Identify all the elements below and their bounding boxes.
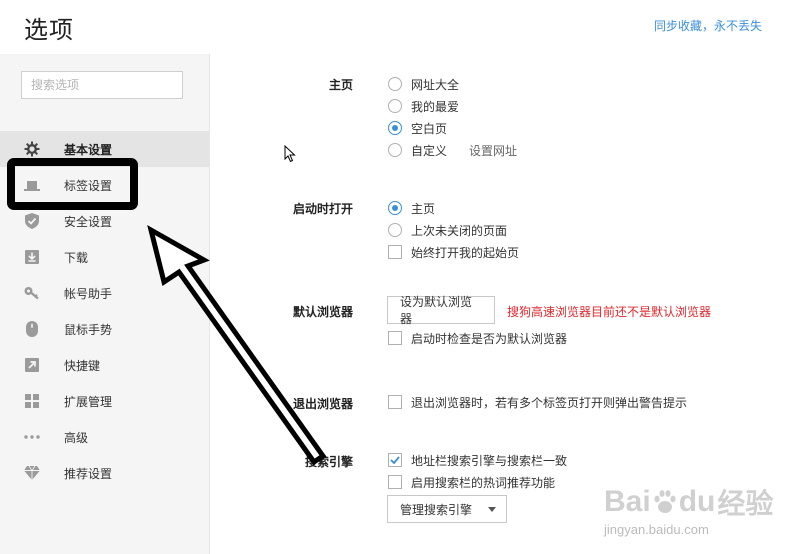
search-hot-words[interactable]: 启用搜索栏的热词推荐功能 <box>388 473 555 491</box>
page-title: 选项 <box>24 16 74 44</box>
watermark-brand-suffix: du <box>678 485 716 518</box>
header: 选项 同步收藏，永不丢失 <box>0 0 790 54</box>
exit-multi-tab-warning[interactable]: 退出浏览器时，若有多个标签页打开则弹出警告提示 <box>388 393 687 411</box>
shield-icon <box>24 213 40 229</box>
sidebar-item-label: 扩展管理 <box>64 395 113 409</box>
sidebar-item-tab-settings[interactable]: 标签设置 <box>0 167 209 203</box>
checkbox[interactable] <box>388 331 402 345</box>
startup-option-last-session[interactable]: 上次未关闭的页面 <box>388 221 507 239</box>
sidebar-item-label: 下载 <box>64 251 89 265</box>
checkmark-icon <box>390 456 400 464</box>
more-dots-icon <box>24 430 40 444</box>
startup-section-label: 启动时打开 <box>292 202 353 216</box>
homepage-option-url-directory[interactable]: 网址大全 <box>388 75 459 93</box>
sidebar-item-advanced[interactable]: 高级 <box>0 419 209 455</box>
address-bar-search-sync[interactable]: 地址栏搜索引擎与搜索栏一致 <box>388 451 567 469</box>
radio-button[interactable] <box>388 143 402 157</box>
tab-icon <box>24 178 40 192</box>
exit-browser-section-label: 退出浏览器 <box>292 397 353 411</box>
homepage-section-label: 主页 <box>328 78 353 92</box>
sidebar-item-label: 标签设置 <box>64 179 113 193</box>
default-browser-section-label: 默认浏览器 <box>292 305 353 319</box>
set-url-link[interactable]: 设置网址 <box>469 142 517 159</box>
checkbox[interactable] <box>388 245 402 259</box>
sidebar-item-basic-settings[interactable]: 基本设置 <box>0 131 209 167</box>
sidebar-item-extensions[interactable]: 扩展管理 <box>0 383 209 419</box>
manage-search-engines-label: 管理搜索引擎 <box>400 502 473 517</box>
sync-favorites-link[interactable]: 同步收藏，永不丢失 <box>654 17 762 34</box>
chevron-down-icon <box>488 507 496 512</box>
baidu-jingyan-watermark: Bai du 经验 jingyan.baidu.com <box>604 482 776 546</box>
sidebar-item-label: 快捷键 <box>64 359 101 373</box>
sidebar-item-mouse-gestures[interactable]: 鼠标手势 <box>0 311 209 347</box>
radio-button-selected[interactable] <box>388 121 402 135</box>
checkbox-checked[interactable] <box>388 453 402 467</box>
sidebar-item-account-assistant[interactable]: 帐号助手 <box>0 275 209 311</box>
mouse-cursor-icon <box>284 145 296 163</box>
watermark-brand: Bai <box>604 485 651 518</box>
check-default-on-startup[interactable]: 启动时检查是否为默认浏览器 <box>388 329 567 347</box>
sidebar-item-label: 帐号助手 <box>64 287 113 301</box>
sidebar-item-label: 高级 <box>64 431 89 445</box>
homepage-option-custom[interactable]: 自定义 设置网址 <box>388 141 517 159</box>
sidebar-item-security-settings[interactable]: 安全设置 <box>0 203 209 239</box>
sidebar-item-shortcuts[interactable]: 快捷键 <box>0 347 209 383</box>
search-options-input[interactable] <box>21 71 183 99</box>
sidebar-nav: 基本设置 标签设置 安全设置 下载 帐号助手 鼠标手势 快捷键 扩展管理 高级 … <box>0 131 209 491</box>
startup-option-homepage[interactable]: 主页 <box>388 199 435 217</box>
sidebar-item-download[interactable]: 下载 <box>0 239 209 275</box>
radio-button-selected[interactable] <box>388 201 402 215</box>
sidebar-item-label: 基本设置 <box>64 143 113 157</box>
sidebar-item-label: 鼠标手势 <box>64 323 113 337</box>
shortcut-arrow-icon <box>24 358 40 372</box>
key-icon <box>24 286 40 300</box>
watermark-url: jingyan.baidu.com <box>604 522 709 537</box>
extensions-grid-icon <box>24 394 40 408</box>
manage-search-engines-button[interactable]: 管理搜索引擎 <box>387 495 507 523</box>
diamond-icon <box>24 466 40 480</box>
checkbox[interactable] <box>388 475 402 489</box>
sidebar-item-label: 推荐设置 <box>64 467 113 481</box>
default-browser-warning: 搜狗高速浏览器目前还不是默认浏览器 <box>507 305 712 319</box>
startup-always-open-start-page[interactable]: 始终打开我的起始页 <box>388 243 519 261</box>
checkbox[interactable] <box>388 395 402 409</box>
sidebar: 基本设置 标签设置 安全设置 下载 帐号助手 <box>0 54 210 554</box>
radio-button[interactable] <box>388 77 402 91</box>
homepage-option-my-favorites[interactable]: 我的最爱 <box>388 97 459 115</box>
download-icon <box>24 250 40 264</box>
sidebar-item-recommended[interactable]: 推荐设置 <box>0 455 209 491</box>
sidebar-item-label: 安全设置 <box>64 215 113 229</box>
paw-icon <box>654 490 676 513</box>
homepage-option-blank-page[interactable]: 空白页 <box>388 119 447 137</box>
radio-button[interactable] <box>388 99 402 113</box>
set-default-browser-button[interactable]: 设为默认浏览器 <box>387 295 495 326</box>
mouse-icon <box>24 321 40 337</box>
radio-button[interactable] <box>388 223 402 237</box>
watermark-jingyan: 经验 <box>717 487 774 520</box>
settings-content: 主页 网址大全 我的最爱 空白页 自定义 设置网址 启动时打开 主页 上次未关闭… <box>210 54 790 554</box>
search-engine-section-label: 搜索引擎 <box>304 455 353 469</box>
gear-icon <box>24 141 40 157</box>
